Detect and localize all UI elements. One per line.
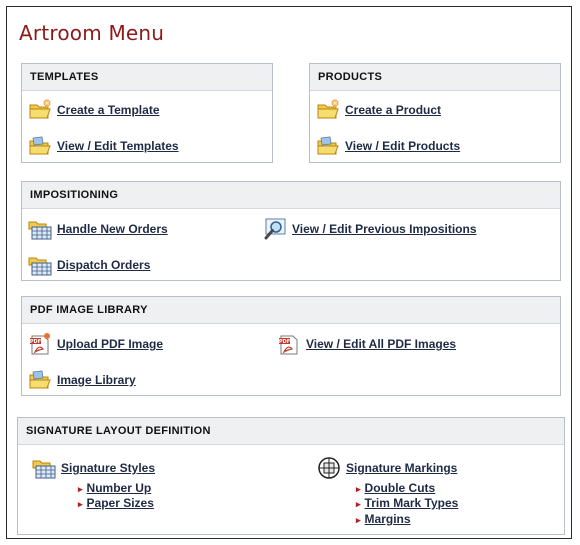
double-cuts-sublink[interactable]: ▸ Double Cuts [356, 481, 435, 495]
create-template-item[interactable]: Create a Template [28, 98, 160, 122]
bullet-icon: ▸ [78, 484, 83, 494]
upload-pdf-image-link[interactable]: Upload PDF Image [57, 337, 163, 351]
paper-sizes-sublink[interactable]: ▸ Paper Sizes [78, 496, 154, 510]
number-up-sublink[interactable]: ▸ Number Up [78, 481, 151, 495]
signature-markings-item[interactable]: Signature Markings [317, 456, 457, 480]
folder-open-icon [29, 136, 51, 155]
pdf-icon: PDF [279, 335, 298, 355]
view-edit-previous-impositions-link[interactable]: View / Edit Previous Impositions [292, 222, 477, 236]
pdf-image-library-panel: PDF IMAGE LIBRARY PDF Upload PDF Image P… [21, 296, 561, 396]
signature-styles-link[interactable]: Signature Styles [61, 461, 155, 475]
create-template-link[interactable]: Create a Template [57, 103, 160, 117]
view-edit-all-pdf-images-item[interactable]: PDF View / Edit All PDF Images [277, 332, 456, 356]
signature-layout-header: SIGNATURE LAYOUT DEFINITION [18, 418, 564, 445]
folder-new-icon [317, 99, 339, 119]
products-panel: PRODUCTS Create a Product View / Edit Pr… [309, 63, 561, 163]
view-edit-products-item[interactable]: View / Edit Products [316, 134, 460, 158]
bullet-icon: ▸ [78, 499, 83, 509]
create-product-item[interactable]: Create a Product [316, 98, 441, 122]
page-title: Artroom Menu [19, 21, 165, 45]
handle-new-orders-item[interactable]: Handle New Orders [28, 217, 168, 241]
pdf-image-library-header: PDF IMAGE LIBRARY [22, 297, 560, 324]
signature-layout-panel: SIGNATURE LAYOUT DEFINITION Signature St… [17, 417, 565, 535]
image-library-link[interactable]: Image Library [57, 373, 136, 387]
view-edit-previous-impositions-item[interactable]: View / Edit Previous Impositions [263, 217, 477, 241]
bullet-icon: ▸ [356, 515, 361, 525]
folder-grid-icon [32, 460, 56, 479]
folder-grid-icon [28, 257, 52, 276]
dispatch-orders-link[interactable]: Dispatch Orders [57, 258, 150, 272]
folder-new-icon [29, 99, 51, 119]
bullet-icon: ▸ [356, 484, 361, 494]
artroom-menu-window: Artroom Menu TEMPLATES Create a Template… [6, 6, 572, 539]
handle-new-orders-link[interactable]: Handle New Orders [57, 222, 168, 236]
folder-grid-icon [28, 221, 52, 240]
signature-markings-link[interactable]: Signature Markings [346, 461, 457, 475]
folder-open-icon [29, 370, 51, 389]
trim-mark-types-sublink[interactable]: ▸ Trim Mark Types [356, 496, 458, 510]
products-header: PRODUCTS [310, 64, 560, 91]
image-library-item[interactable]: Image Library [28, 368, 136, 392]
templates-panel: TEMPLATES Create a Template View / Edit … [21, 63, 273, 163]
view-edit-templates-link[interactable]: View / Edit Templates [57, 139, 179, 153]
svg-text:PDF: PDF [279, 339, 290, 345]
impositioning-header: IMPOSITIONING [22, 182, 560, 209]
templates-header: TEMPLATES [22, 64, 272, 91]
view-edit-products-link[interactable]: View / Edit Products [345, 139, 460, 153]
pdf-new-icon: PDF [30, 333, 50, 355]
impositioning-panel: IMPOSITIONING Handle New Orders View / E… [21, 181, 561, 281]
svg-text:PDF: PDF [30, 339, 41, 345]
margins-sublink[interactable]: ▸ Margins [356, 512, 411, 526]
bullet-icon: ▸ [356, 499, 361, 509]
dispatch-orders-item[interactable]: Dispatch Orders [28, 253, 150, 277]
signature-markings-icon [318, 457, 340, 479]
create-product-link[interactable]: Create a Product [345, 103, 441, 117]
view-edit-all-pdf-images-link[interactable]: View / Edit All PDF Images [306, 337, 456, 351]
view-edit-templates-item[interactable]: View / Edit Templates [28, 134, 179, 158]
folder-open-icon [317, 136, 339, 155]
magnifier-icon [264, 218, 286, 240]
upload-pdf-image-item[interactable]: PDF Upload PDF Image [28, 332, 163, 356]
signature-styles-item[interactable]: Signature Styles [32, 456, 155, 480]
